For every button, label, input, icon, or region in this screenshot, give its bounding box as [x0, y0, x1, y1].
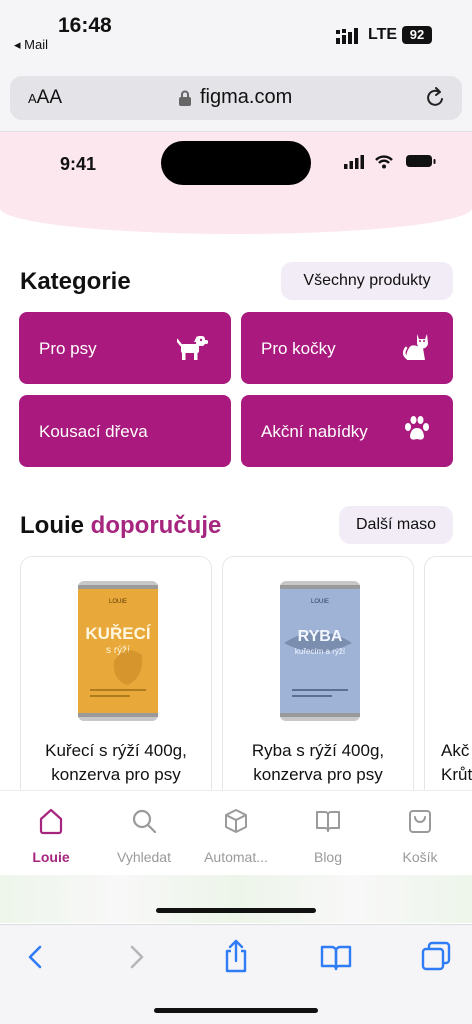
category-tile-offers[interactable]: Akční nabídky — [241, 395, 453, 467]
tab-cart[interactable]: Košík — [373, 807, 467, 865]
recommend-title-brand: Louie — [20, 512, 84, 539]
url-text[interactable]: figma.com — [200, 86, 292, 109]
tab-search[interactable]: Vyhledat — [97, 807, 191, 865]
category-tile-label: Akční nabídky — [261, 422, 368, 441]
reload-icon[interactable] — [424, 86, 446, 110]
recommend-title-accent: doporučuje — [90, 512, 222, 539]
app-header-banner: 9:41 — [0, 132, 472, 234]
all-products-button[interactable]: Všechny produkty — [281, 262, 453, 300]
product-name: Kuřecí s rýží 400g, konzerva pro psy — [45, 741, 187, 784]
product-image-chicken-can: LOUIE KUŘECÍ s rýží — [78, 581, 158, 721]
category-tile-label: Pro kočky — [261, 339, 336, 358]
inner-status-icons — [344, 155, 436, 169]
product-card[interactable]: Akč Krůt — [424, 556, 472, 816]
tabs-icon[interactable] — [421, 941, 451, 971]
bottom-tab-bar: Louie Vyhledat Automat... Blog Košík — [0, 790, 472, 924]
category-tile-label: Pro psy — [39, 339, 97, 358]
paw-icon — [405, 416, 429, 440]
cellular-signal-icon — [336, 28, 358, 44]
battery-indicator: 92 — [402, 26, 432, 44]
category-tile-chew-wood[interactable]: Kousací dřeva — [19, 395, 231, 467]
tab-label: Automat... — [204, 849, 268, 865]
svg-text:KUŘECÍ: KUŘECÍ — [85, 624, 151, 643]
search-icon — [132, 809, 157, 834]
category-tile-label: Kousací dřeva — [39, 422, 148, 441]
category-tile-dogs[interactable]: Pro psy — [19, 312, 231, 384]
ios-status-bar: 16:48 ◂ Mail LTE 92 — [0, 0, 472, 70]
back-to-mail-link[interactable]: ◂ Mail — [14, 37, 48, 53]
product-name: Ryba s rýží 400g, konzerva pro psy — [251, 741, 385, 784]
screen: 16:48 ◂ Mail LTE 92 AAA figma.com 9:41 K… — [0, 0, 472, 1024]
product-card[interactable]: LOUIE KUŘECÍ s rýží Kuřecí s rýží 400g, … — [20, 556, 212, 816]
recommend-title: Louie doporučuje — [20, 512, 221, 540]
product-image-fish-can: LOUIE RYBA kuřecím a rýží — [280, 581, 360, 721]
product-name: Akč Krůt — [441, 741, 472, 784]
share-icon[interactable] — [222, 939, 250, 973]
tab-label: Vyhledat — [117, 849, 171, 865]
back-arrow-icon[interactable] — [24, 943, 48, 971]
tab-label: Košík — [402, 849, 438, 865]
home-icon — [39, 808, 63, 835]
more-meat-button[interactable]: Další maso — [339, 506, 453, 544]
svg-text:RYBA: RYBA — [298, 628, 343, 645]
product-card[interactable]: LOUIE RYBA kuřecím a rýží Ryba s rýží 40… — [222, 556, 414, 816]
svg-text:kuřecím a rýží: kuřecím a rýží — [295, 647, 346, 656]
cat-icon — [403, 334, 428, 360]
bookmarks-icon[interactable] — [320, 943, 352, 971]
tab-automat[interactable]: Automat... — [189, 807, 283, 865]
browser-address-area: AAA figma.com — [0, 70, 472, 132]
inner-home-indicator — [156, 908, 316, 913]
tab-label: Blog — [313, 849, 343, 865]
book-icon — [316, 811, 340, 832]
tabbar-backdrop — [0, 875, 472, 923]
forward-arrow-icon[interactable] — [124, 943, 148, 971]
dynamic-island — [161, 141, 311, 185]
lock-icon — [179, 90, 191, 106]
inner-status-time: 9:41 — [60, 154, 97, 174]
dog-icon — [177, 336, 208, 360]
tab-louie[interactable]: Louie — [4, 807, 98, 865]
categories-title: Kategorie — [20, 268, 131, 295]
tab-label: Louie — [32, 849, 70, 865]
bag-icon — [409, 810, 431, 833]
tab-blog[interactable]: Blog — [281, 807, 375, 865]
svg-text:LOUIE: LOUIE — [311, 599, 329, 605]
network-type: LTE — [368, 26, 398, 43]
box-icon — [225, 809, 247, 833]
svg-text:LOUIE: LOUIE — [109, 599, 127, 605]
home-indicator — [154, 1008, 318, 1013]
text-size-button[interactable]: AAA — [28, 87, 62, 109]
category-tile-cats[interactable]: Pro kočky — [241, 312, 453, 384]
status-time: 16:48 — [58, 14, 112, 37]
address-bar[interactable]: AAA figma.com — [10, 76, 462, 120]
